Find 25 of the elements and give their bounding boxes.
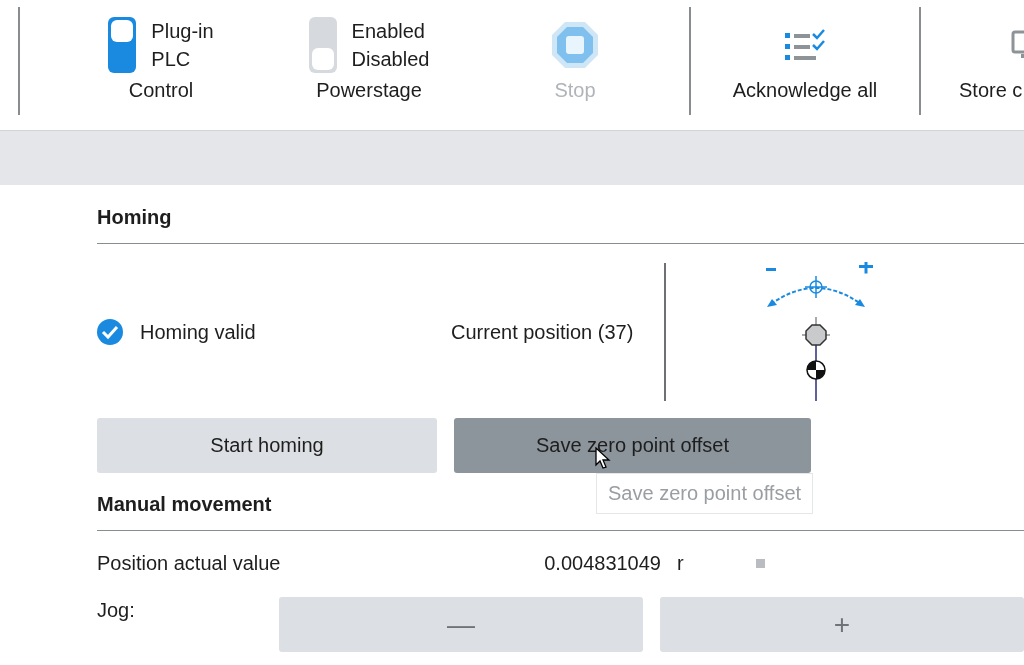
toggle-option: PLC [151, 47, 214, 71]
tooltip: Save zero point offset [596, 473, 814, 514]
toolbar-button[interactable]: Acknowledge all [732, 78, 878, 102]
action-button[interactable]: Save zero point offset [454, 418, 811, 473]
status-square-icon [756, 558, 765, 568]
toggle-label: Powerstage [316, 78, 422, 102]
action-button[interactable]: Start homing [97, 418, 437, 473]
toggle-label: Control [128, 78, 194, 102]
toggle-option: Plug-in [151, 19, 214, 43]
toggle-switch[interactable] [308, 17, 337, 73]
section-title: Homing [97, 205, 1024, 244]
toggle-option: Enabled [351, 19, 430, 43]
unit-label: r [676, 551, 685, 575]
checklist-icon [785, 29, 825, 61]
jog-button[interactable]: — [279, 597, 643, 652]
field-value: 0.004831049 [543, 551, 661, 575]
jog-label: Jog: [97, 598, 136, 622]
position-label: Current position (37) [451, 320, 635, 344]
status-label: Homing valid [140, 320, 256, 344]
field-label: Position actual value [97, 551, 282, 575]
toggle-switch[interactable] [108, 17, 137, 73]
jog-button[interactable]: + [660, 597, 1024, 652]
stop-icon [550, 20, 600, 70]
toolbar-button[interactable]: Store c [959, 78, 1023, 102]
toggle-option: Disabled [351, 47, 430, 71]
